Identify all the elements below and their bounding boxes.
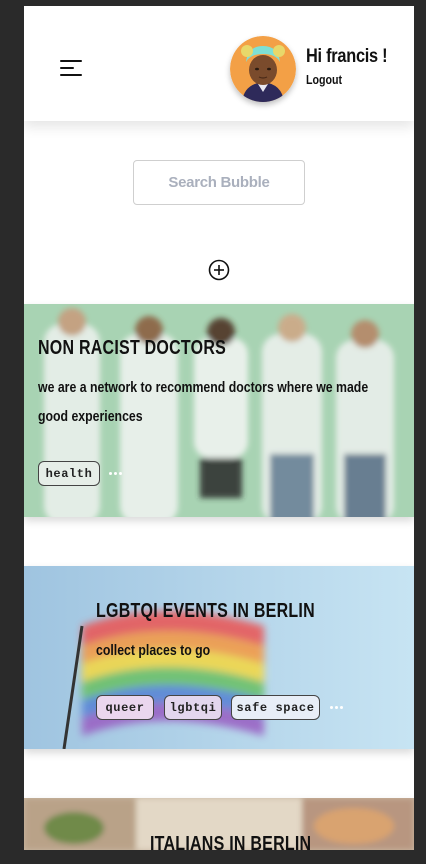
search-input[interactable] [133,160,305,205]
top-bar: Hi francis ! Logout [24,6,414,121]
plus-circle-icon[interactable] [208,259,230,281]
bubble-description: we are a network to recommend doctors wh… [38,379,369,425]
user-greeting: Hi francis ! [306,46,388,67]
bubble-card-italians-in-berlin[interactable]: ITALIANS IN BERLIN [24,798,414,850]
avatar[interactable] [230,36,296,102]
app-screen: Hi francis ! Logout Search Bubble NON RA… [24,6,414,850]
hamburger-menu-icon[interactable] [60,60,84,78]
tag-health[interactable]: health [38,461,100,486]
tag-safe-space[interactable]: safe space [231,695,320,720]
ellipsis-icon[interactable] [330,705,344,711]
tag-lgbtqi[interactable]: lgbtqi [164,695,222,720]
tag-queer[interactable]: queer [96,695,154,720]
logout-link[interactable]: Logout [306,72,342,87]
bubble-title: ITALIANS IN BERLIN [150,833,312,850]
bubble-title: LGBTQI EVENTS IN BERLIN [96,600,315,622]
ellipsis-icon[interactable] [109,471,123,477]
bubble-card-non-racist-doctors[interactable]: NON RACIST DOCTORS we are a network to r… [24,304,414,517]
bubble-card-lgbtqi-events[interactable]: LGBTQI EVENTS IN BERLIN collect places t… [24,566,414,749]
bubble-title: NON RACIST DOCTORS [38,337,227,359]
bubble-description: collect places to go [96,642,211,659]
